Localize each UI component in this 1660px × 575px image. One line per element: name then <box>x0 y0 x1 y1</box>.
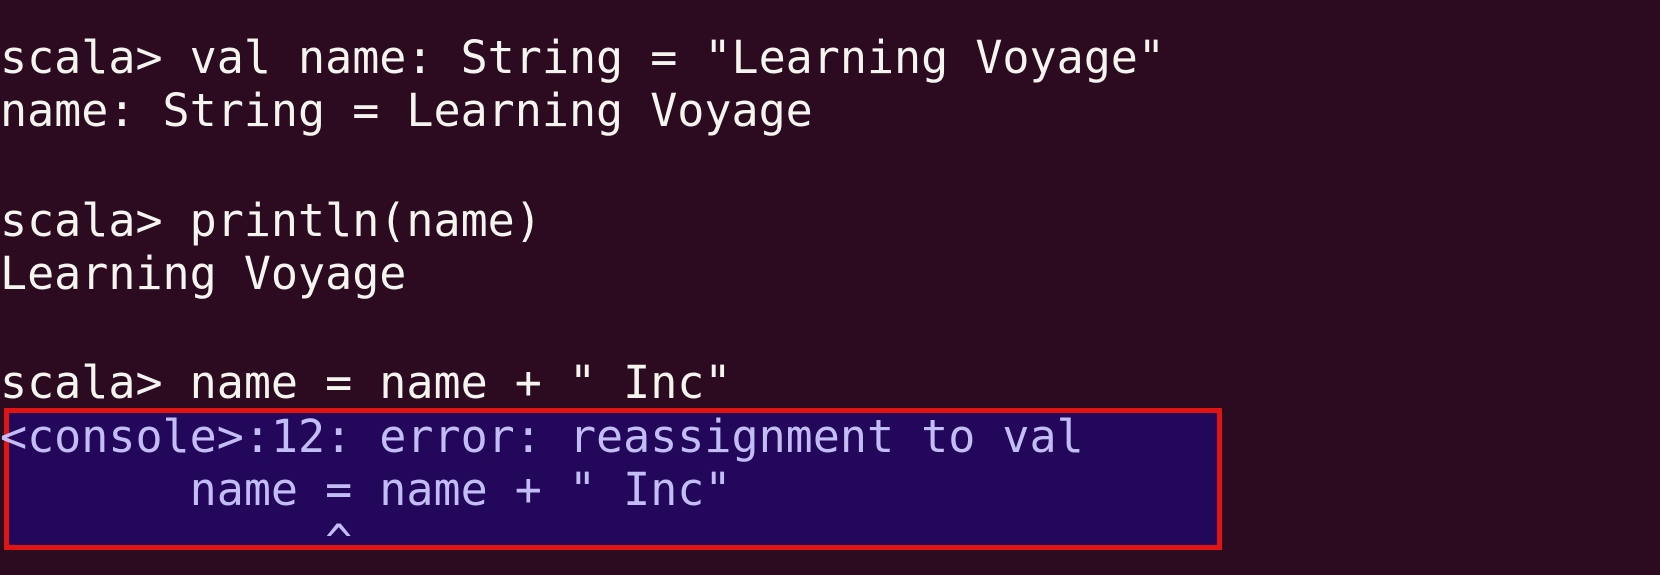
terminal-line-output-val: name: String = Learning Voyage <box>0 84 813 137</box>
terminal-line-output-println: Learning Voyage <box>0 247 407 300</box>
error-message-line: <console>:12: error: reassignment to val <box>0 410 1084 463</box>
terminal-line-input-val: scala> val name: String = "Learning Voya… <box>0 31 1165 84</box>
terminal-line-input-reassign: scala> name = name + " Inc" <box>0 356 732 409</box>
terminal-window[interactable]: scala> val name: String = "Learning Voya… <box>0 0 1660 575</box>
error-caret-line: ^ <box>0 515 353 568</box>
error-source-line: name = name + " Inc" <box>0 463 732 516</box>
terminal-line-input-println: scala> println(name) <box>0 194 542 247</box>
